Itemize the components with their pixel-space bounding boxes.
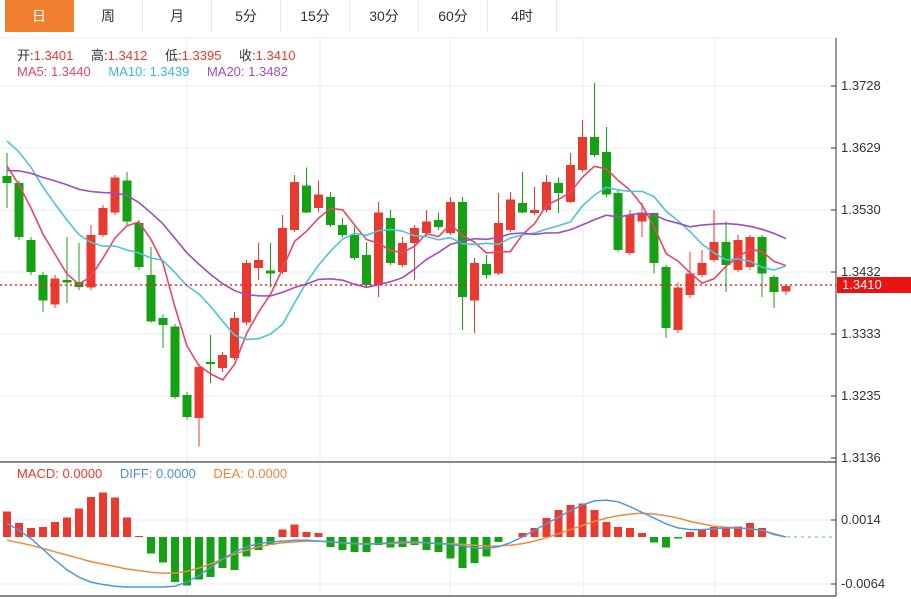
tab-60min[interactable]: 60分 — [419, 0, 488, 32]
ma5-value: 1.3440 — [51, 64, 91, 79]
axis-tick-label: 1.3235 — [841, 388, 881, 403]
candlestick-series — [3, 83, 791, 447]
axis-tick-label: 0.0014 — [841, 512, 881, 527]
axis-tick-label: 1.3530 — [841, 202, 881, 217]
ma20-value: 1.3482 — [248, 64, 288, 79]
axis-tick-label: 1.3728 — [841, 78, 881, 93]
diff-readout: DIFF: 0.0000 — [120, 466, 196, 481]
low-readout: 低:1.3395 — [165, 48, 221, 63]
chart-canvas[interactable]: 1.3410 1.3728 1.3629 1.3530 1.3432 1.3333 1.32… — [0, 0, 911, 599]
axis-tick-label: 1.3136 — [841, 450, 881, 465]
tab-30min[interactable]: 30分 — [350, 0, 419, 32]
tab-15min[interactable]: 15分 — [281, 0, 350, 32]
macd-histogram — [3, 493, 766, 586]
tab-day[interactable]: 日 — [5, 0, 74, 32]
dea-readout: DEA: 0.0000 — [213, 466, 287, 481]
close-label: 收: — [239, 48, 256, 63]
high-value: 1.3412 — [108, 48, 148, 63]
low-value: 1.3395 — [182, 48, 222, 63]
high-label: 高: — [91, 48, 108, 63]
ma5-readout: MA5: 1.3440 — [17, 64, 91, 79]
ohlc-readout: 开:1.3401 高:1.3412 低:1.3395 收:1.3410 — [17, 45, 309, 64]
axis-tick-label: 1.3629 — [841, 140, 881, 155]
tab-5min[interactable]: 5分 — [212, 0, 281, 32]
axis-tick-label: -0.0064 — [841, 576, 885, 591]
grid-lines — [0, 38, 836, 596]
tab-month[interactable]: 月 — [143, 0, 212, 32]
macd-readout: MACD: 0.0000 DIFF: 0.0000 DEA: 0.0000 — [17, 466, 301, 481]
high-readout: 高:1.3412 — [91, 48, 147, 63]
macd-value-readout: MACD: 0.0000 — [17, 466, 102, 481]
ma10-value: 1.3439 — [150, 64, 190, 79]
tab-4hour[interactable]: 4时 — [488, 0, 557, 32]
open-label: 开: — [17, 48, 34, 63]
close-readout: 收:1.3410 — [239, 48, 295, 63]
current-price-text: 1.3410 — [842, 277, 882, 292]
ma-lines — [7, 141, 786, 380]
diff-label: DIFF: — [120, 466, 153, 481]
axis-tick-label: 1.3333 — [841, 326, 881, 341]
macd-value: 0.0000 — [63, 466, 103, 481]
y-axis: 1.3728 1.3629 1.3530 1.3432 1.3333 1.3235 1.31… — [831, 38, 885, 596]
ma20-label: MA20: — [207, 64, 245, 79]
dea-value: 0.0000 — [247, 466, 287, 481]
open-value: 1.3401 — [34, 48, 74, 63]
tab-week[interactable]: 周 — [74, 0, 143, 32]
ma5-label: MA5: — [17, 64, 47, 79]
ma10-readout: MA10: 1.3439 — [108, 64, 189, 79]
diff-value: 0.0000 — [156, 466, 196, 481]
open-readout: 开:1.3401 — [17, 48, 73, 63]
trading-chart-page: { "tabs": [ {"id":"day","label":"日","act… — [0, 0, 911, 599]
axis-tick-label: 1.3432 — [841, 264, 881, 279]
macd-label: MACD: — [17, 466, 59, 481]
close-value: 1.3410 — [256, 48, 296, 63]
ma20-readout: MA20: 1.3482 — [207, 64, 288, 79]
ma10-label: MA10: — [108, 64, 146, 79]
dea-label: DEA: — [213, 466, 243, 481]
low-label: 低: — [165, 48, 182, 63]
interval-tabs: 日周月5分15分30分60分4时 — [0, 0, 911, 32]
ma-readout: MA5: 1.3440 MA10: 1.3439 MA20: 1.3482 — [17, 64, 302, 79]
